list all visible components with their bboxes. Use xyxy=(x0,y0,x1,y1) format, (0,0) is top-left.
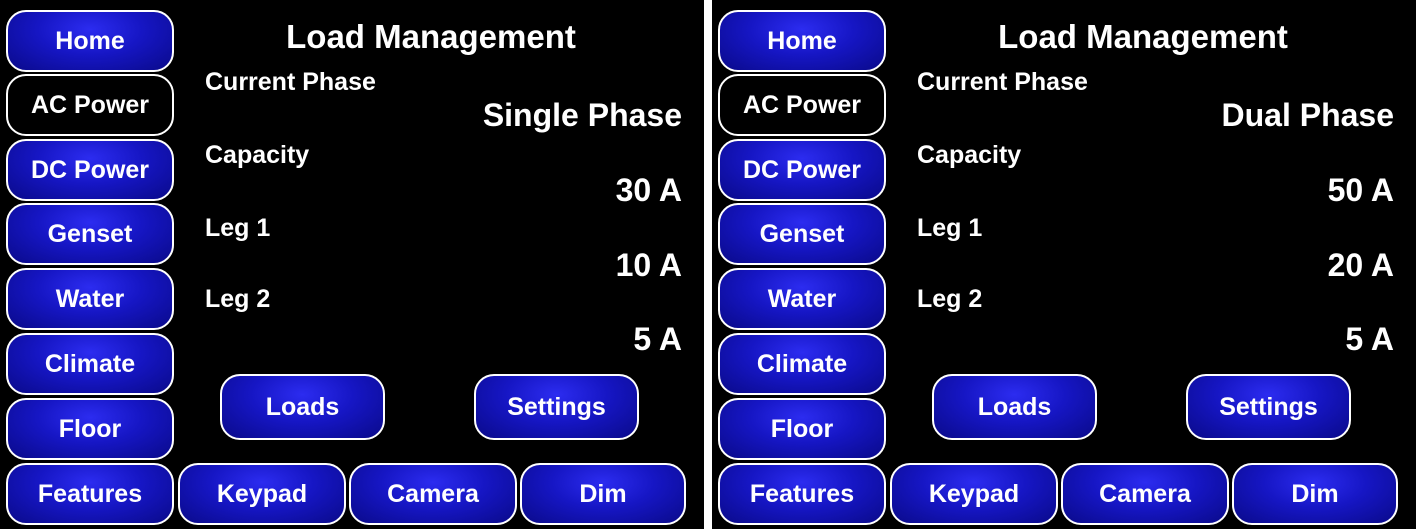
nav-climate-button[interactable]: Climate xyxy=(6,333,174,395)
nav-ac-power-button[interactable]: AC Power xyxy=(718,74,886,136)
nav-dim-button[interactable]: Dim xyxy=(1232,463,1398,525)
nav-dc-power-button[interactable]: DC Power xyxy=(6,139,174,201)
nav-home-button[interactable]: Home xyxy=(718,10,886,72)
nav-genset-button[interactable]: Genset xyxy=(718,203,886,265)
leg1-label: Leg 1 xyxy=(917,214,983,242)
nav-genset-button[interactable]: Genset xyxy=(6,203,174,265)
settings-button[interactable]: Settings xyxy=(1186,374,1351,440)
leg1-label: Leg 1 xyxy=(205,214,271,242)
leg2-value: 5 A xyxy=(1345,321,1394,357)
loads-button[interactable]: Loads xyxy=(932,374,1097,440)
nav-keypad-button[interactable]: Keypad xyxy=(178,463,346,525)
nav-features-button[interactable]: Features xyxy=(718,463,886,525)
capacity-value: 30 A xyxy=(615,172,682,208)
current-phase-label: Current Phase xyxy=(205,68,376,96)
current-phase-value: Dual Phase xyxy=(1221,97,1394,133)
capacity-value: 50 A xyxy=(1327,172,1394,208)
leg2-label: Leg 2 xyxy=(917,285,983,313)
loads-button[interactable]: Loads xyxy=(220,374,385,440)
page-title: Load Management xyxy=(286,18,576,55)
current-phase-value: Single Phase xyxy=(482,97,682,133)
nav-camera-button[interactable]: Camera xyxy=(1061,463,1229,525)
nav-dc-power-button[interactable]: DC Power xyxy=(718,139,886,201)
capacity-label: Capacity xyxy=(205,141,310,169)
nav-camera-button[interactable]: Camera xyxy=(349,463,517,525)
nav-home-button[interactable]: Home xyxy=(6,10,174,72)
settings-button[interactable]: Settings xyxy=(474,374,639,440)
current-phase-label: Current Phase xyxy=(917,68,1088,96)
nav-keypad-button[interactable]: Keypad xyxy=(890,463,1058,525)
leg1-value: 20 A xyxy=(1327,247,1394,283)
screen-dual-phase: Home AC Power DC Power Genset Water Clim… xyxy=(712,0,1416,529)
nav-floor-button[interactable]: Floor xyxy=(6,398,174,460)
nav-features-button[interactable]: Features xyxy=(6,463,174,525)
page-title: Load Management xyxy=(998,18,1288,55)
leg1-value: 10 A xyxy=(615,247,682,283)
leg2-label: Leg 2 xyxy=(205,285,271,313)
nav-floor-button[interactable]: Floor xyxy=(718,398,886,460)
nav-ac-power-button[interactable]: AC Power xyxy=(6,74,174,136)
nav-water-button[interactable]: Water xyxy=(6,268,174,330)
screen-single-phase: Home AC Power DC Power Genset Water Clim… xyxy=(0,0,704,529)
leg2-value: 5 A xyxy=(633,321,682,357)
nav-water-button[interactable]: Water xyxy=(718,268,886,330)
nav-dim-button[interactable]: Dim xyxy=(520,463,686,525)
capacity-label: Capacity xyxy=(917,141,1022,169)
nav-climate-button[interactable]: Climate xyxy=(718,333,886,395)
